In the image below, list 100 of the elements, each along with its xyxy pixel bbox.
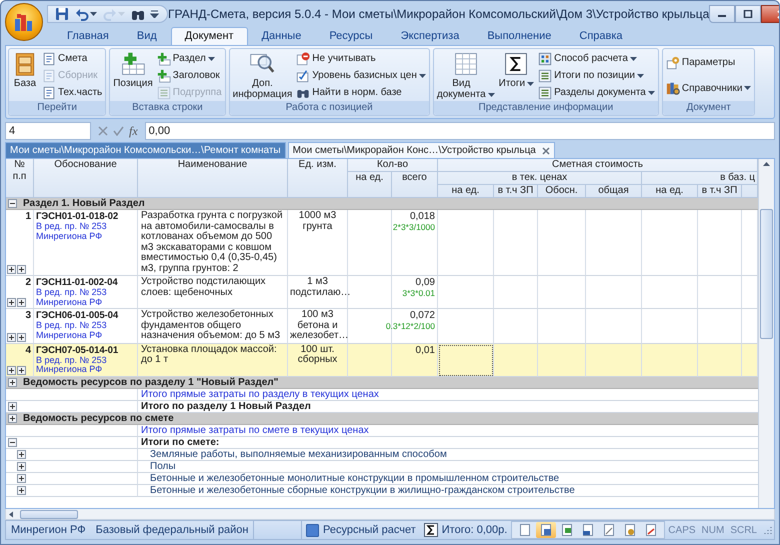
group-label: Перейти <box>9 101 106 115</box>
collapse-icon[interactable] <box>8 438 17 446</box>
ribbon-button[interactable]: Раздел <box>156 50 223 66</box>
keyboard-indicator: SCRL <box>729 524 758 536</box>
minimize-button[interactable] <box>709 5 736 23</box>
expand-icon[interactable] <box>7 298 16 307</box>
ribbon-button[interactable]: Смета <box>41 50 104 66</box>
list-icon <box>538 86 552 100</box>
status-total: Итого: 0,00р. <box>442 524 508 536</box>
basis-note: В ред. пр. № 253 <box>36 222 108 232</box>
total-item: Бетонные и железобетонные монолитные конструкции в промышленном строительстве <box>138 472 758 484</box>
focused-cell[interactable] <box>438 344 494 376</box>
expand-icon[interactable] <box>17 450 26 458</box>
basis-note: Минрегиона РФ <box>36 330 104 340</box>
basis-note: Минрегиона РФ <box>36 298 104 307</box>
caret-icon <box>637 74 644 78</box>
app-menu-button[interactable] <box>5 3 43 41</box>
expand-icon[interactable] <box>17 332 26 342</box>
checklist-icon <box>296 68 310 82</box>
scrollbar-thumb[interactable] <box>760 209 773 339</box>
ribbon-button[interactable]: Способ расчета <box>537 50 656 66</box>
formula-field[interactable]: 0,00 <box>144 122 775 140</box>
ribbon-button[interactable]: Разделы документа <box>537 84 656 100</box>
settings-icon <box>666 56 680 70</box>
save-icon <box>55 7 69 21</box>
group-label: Представление информации <box>434 101 658 115</box>
ribbon-tab[interactable]: Экспертиза <box>386 27 474 45</box>
table-row[interactable]: 3 ГЭСН06-01-005-04 В ред. пр. № 253 Минрегиона РФ Устройство железобетонных фундаментов общего назначения объемом: до 5 м3 100 м3 бетона и железобет… 0,072 0.3*12*2/100 <box>6 309 758 344</box>
ribbon-button[interactable]: Тех.часть <box>41 84 104 100</box>
expand-icon[interactable] <box>17 298 26 307</box>
ribbon-tab[interactable]: Выполнение <box>473 27 566 45</box>
page-icon <box>539 523 554 537</box>
section-row[interactable]: Раздел 1. Новый Раздел <box>6 198 758 210</box>
ribbon-button[interactable]: Вид документа <box>436 50 496 101</box>
ribbon-tab[interactable]: Ресурсы <box>315 27 387 45</box>
document-tab[interactable]: Мои сметы\Микрорайон Конс…\Устройство крыльца <box>288 142 555 158</box>
ribbon-button[interactable]: Справочники <box>664 80 752 96</box>
window-title: ГРАНД-Смета, версия 5.0.4 - Мои сметы\Микрорайон Комсомольский\Дом 3\Устройство крыльца <box>168 7 710 21</box>
basis-note: Минрегиона РФ <box>36 232 104 241</box>
page-icon <box>560 523 574 537</box>
section-row[interactable]: Ведомость ресурсов по разделу 1 "Новый Раздел" <box>6 376 758 388</box>
table-row[interactable]: 4 ГЭСН07-05-014-01 В ред. пр. № 253 Минрегиона РФ Установка площадок массой: до 1 т 100 шт. сборных 0,01 <box>6 344 758 376</box>
basis-note: Минрегиона РФ <box>36 365 104 374</box>
ribbon-button[interactable]: База <box>11 50 39 101</box>
ribbon-button[interactable]: Доп. информация <box>232 50 294 101</box>
ribbon-button[interactable]: Не учитывать <box>295 50 427 66</box>
ribbon-tab[interactable]: Документ <box>170 27 248 45</box>
maximize-button[interactable] <box>735 5 762 23</box>
ribbon-tab[interactable]: Справка <box>565 27 637 45</box>
expand-icon[interactable] <box>17 265 26 274</box>
expand-icon[interactable] <box>8 402 17 410</box>
page-icon <box>581 523 596 537</box>
expand-icon[interactable] <box>17 474 26 482</box>
ribbon-button[interactable]: Итоги по позиции <box>537 68 656 84</box>
ribbon-button[interactable]: Позиция <box>112 50 154 101</box>
ribbon-button[interactable]: Найти в норм. базе <box>295 84 427 100</box>
expand-icon[interactable] <box>8 378 17 386</box>
expand-icon[interactable] <box>7 265 16 274</box>
document-icon <box>42 68 56 82</box>
cell-reference-field[interactable]: 4 <box>5 122 91 140</box>
status-tool-button[interactable] <box>536 522 556 538</box>
total-item: Бетонные и железобетонные сборные конструкции в жилищно-гражданском строительстве <box>138 484 758 496</box>
group-label: Вставка строки <box>110 101 225 115</box>
table-row[interactable]: 2 ГЭСН11-01-002-04 В ред. пр. № 253 Минрегиона РФ Устройство подстилающих слоев: щебеночных 1 м3 подстилаю… 0,09 3*3*0.01 <box>6 276 758 309</box>
page-icon <box>518 523 532 537</box>
resize-grip-icon <box>764 526 772 534</box>
ribbon-tab[interactable]: Данные <box>248 27 316 45</box>
collapse-icon[interactable] <box>8 199 17 208</box>
quantity-formula: 2*3*3/1000 <box>392 222 435 232</box>
toolbar-button[interactable] <box>74 7 98 21</box>
expand-icon[interactable] <box>7 366 16 374</box>
scrollbar-thumb[interactable] <box>20 510 78 518</box>
caret-icon <box>744 86 752 90</box>
expand-icon[interactable] <box>17 462 26 470</box>
table-row[interactable] <box>6 210 758 276</box>
summary-text: Итого прямые затраты по смете в текущих ценах <box>138 424 758 436</box>
ribbon-button[interactable]: Уровень базисных цен <box>295 68 427 84</box>
quantity-value: 0,018 <box>410 211 435 222</box>
expand-icon[interactable] <box>17 486 26 494</box>
function-button[interactable]: fx <box>129 124 138 138</box>
ribbon-tab[interactable]: Вид <box>122 27 171 45</box>
ribbon-tab[interactable]: Главная <box>53 27 123 45</box>
document-tab[interactable]: Мои сметы\Микрорайон Комсомольски…\Ремонт комнаты <box>5 142 286 158</box>
square-icon <box>306 524 319 536</box>
quantity-value: 0,09 <box>416 277 435 288</box>
expand-icon[interactable] <box>7 332 16 342</box>
basis-code: ГЭСН07-05-014-01 <box>36 344 120 356</box>
vertical-scrollbar[interactable] <box>758 159 774 508</box>
ribbon-button[interactable]: Итоги <box>498 50 536 101</box>
no-entry-icon <box>296 52 310 66</box>
section-row[interactable]: Ведомость ресурсов по смете <box>6 412 758 424</box>
expand-icon[interactable] <box>17 366 26 374</box>
horizontal-scrollbar[interactable] <box>5 509 775 520</box>
group-label: Документ <box>662 101 754 115</box>
ribbon-button[interactable]: Заголовок <box>156 68 223 84</box>
column-header: в тек. ценах <box>438 172 642 185</box>
expand-icon[interactable] <box>8 414 17 422</box>
toolbar-button[interactable] <box>54 7 70 21</box>
ribbon-button[interactable]: Параметры <box>664 54 752 71</box>
column-header: Кол-во <box>348 159 438 172</box>
